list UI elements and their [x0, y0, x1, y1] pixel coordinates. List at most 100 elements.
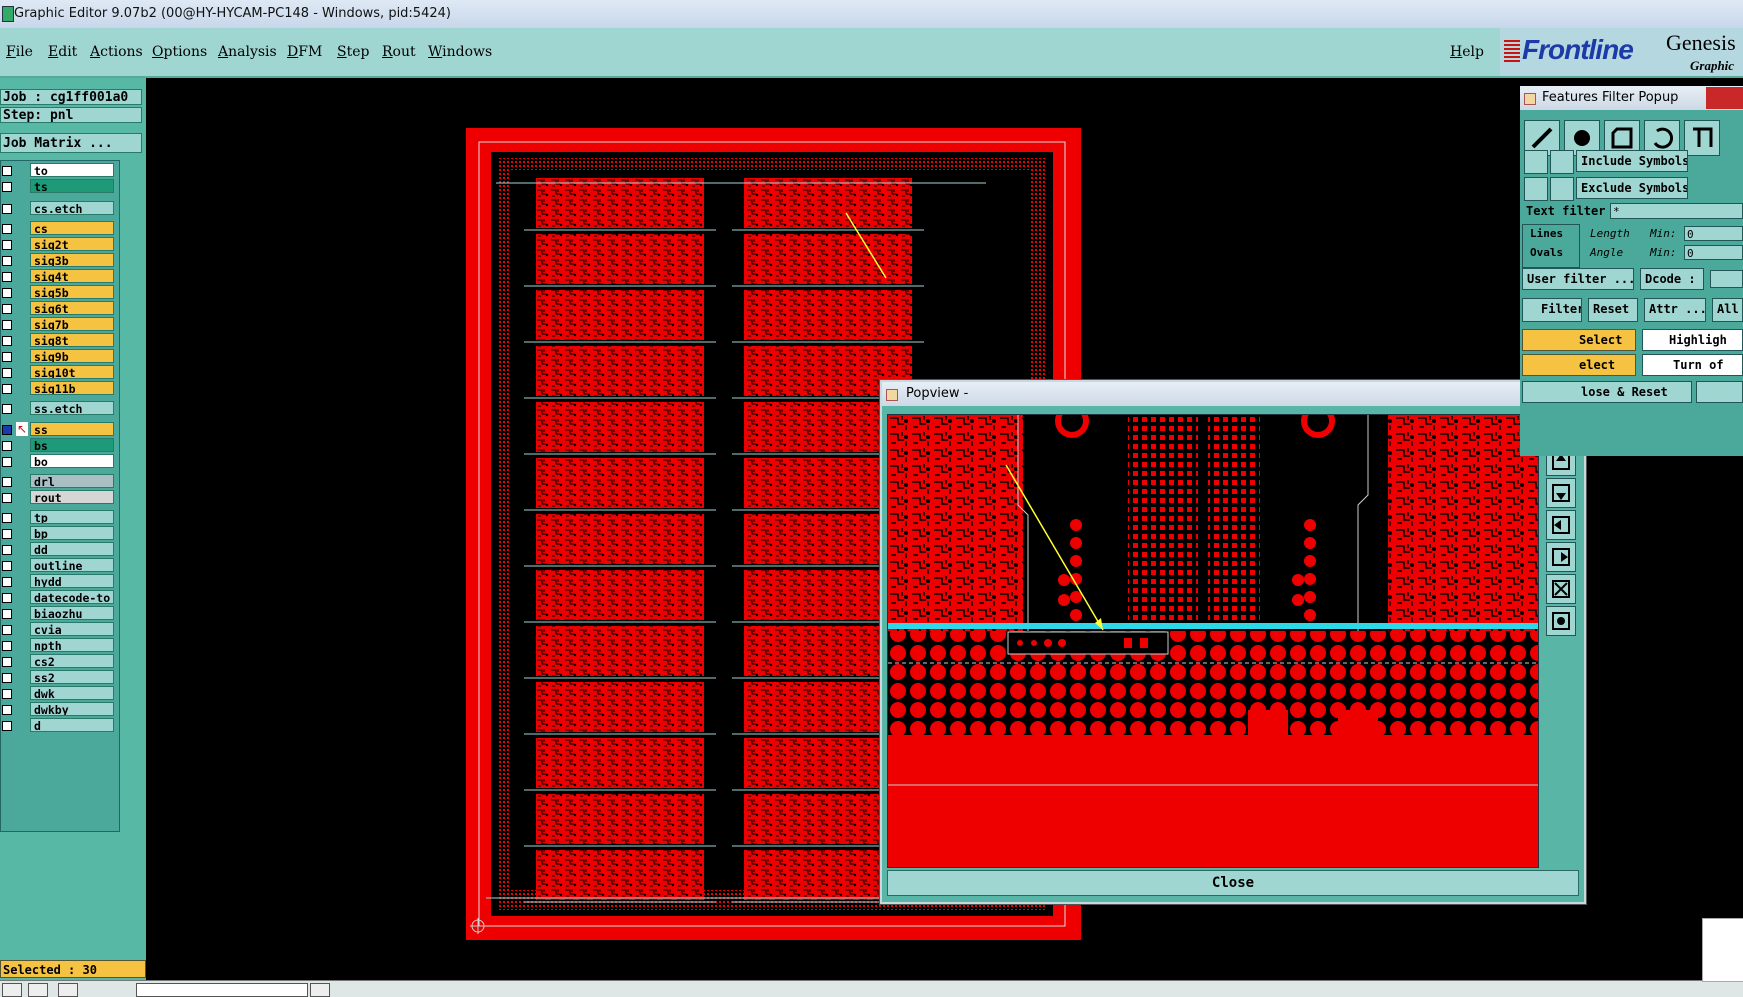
layer-name[interactable]: cs: [30, 221, 114, 235]
layer-row[interactable]: ss ↖: [0, 422, 116, 437]
layer-row[interactable]: cs2: [0, 654, 116, 669]
layer-row[interactable]: sig11b: [0, 381, 116, 396]
layer-checkbox[interactable]: [2, 384, 12, 394]
angle-min-input[interactable]: 0: [1684, 245, 1743, 260]
layer-name[interactable]: cvia: [30, 622, 114, 636]
layer-row[interactable]: dwkby: [0, 702, 116, 717]
dcode-input[interactable]: [1710, 270, 1743, 288]
layer-row[interactable]: cs: [0, 221, 116, 236]
layer-checkbox[interactable]: [2, 441, 12, 451]
layer-name[interactable]: sig11b: [30, 381, 114, 395]
layer-row[interactable]: dd: [0, 542, 116, 557]
layer-name[interactable]: sig10t: [30, 365, 114, 379]
features-extra-button[interactable]: [1696, 381, 1743, 403]
layer-row[interactable]: outline: [0, 558, 116, 573]
layer-checkbox[interactable]: [2, 304, 12, 314]
layer-row[interactable]: sig4t: [0, 269, 116, 284]
layer-checkbox[interactable]: [2, 320, 12, 330]
user-filter-button[interactable]: User filter ...: [1522, 268, 1634, 290]
layer-row[interactable]: sig7b: [0, 317, 116, 332]
menu-edit[interactable]: Edit: [48, 44, 77, 60]
layer-row[interactable]: hydd: [0, 574, 116, 589]
job-matrix-button[interactable]: Job Matrix ...: [0, 133, 142, 153]
layer-name[interactable]: bo: [30, 454, 114, 468]
layer-name[interactable]: cs2: [30, 654, 114, 668]
layer-checkbox[interactable]: [2, 457, 12, 467]
layer-checkbox[interactable]: [2, 368, 12, 378]
layer-checkbox[interactable]: [2, 529, 12, 539]
layer-row[interactable]: sig8t: [0, 333, 116, 348]
layer-checkbox[interactable]: [2, 705, 12, 715]
exclude-edit-icon[interactable]: [1550, 177, 1574, 201]
layer-checkbox[interactable]: [2, 513, 12, 523]
layer-row[interactable]: sig2t: [0, 237, 116, 252]
layer-row[interactable]: rout: [0, 490, 116, 505]
layer-checkbox[interactable]: [2, 477, 12, 487]
layer-row[interactable]: sig6t: [0, 301, 116, 316]
notification-popup[interactable]: [1702, 918, 1743, 982]
layer-checkbox[interactable]: [2, 404, 12, 414]
menu-file[interactable]: File: [6, 44, 33, 60]
include-edit-icon[interactable]: [1550, 150, 1574, 174]
layer-checkbox[interactable]: [2, 561, 12, 571]
layer-checkbox[interactable]: [2, 182, 12, 192]
layer-row[interactable]: sig5b: [0, 285, 116, 300]
layer-name[interactable]: ts: [30, 179, 114, 193]
layer-checkbox[interactable]: [2, 166, 12, 176]
layer-row[interactable]: sig3b: [0, 253, 116, 268]
text-symbol-icon[interactable]: [1684, 120, 1720, 156]
menu-rout[interactable]: Rout: [382, 44, 416, 60]
layer-checkbox[interactable]: [2, 493, 12, 503]
layer-checkbox[interactable]: [2, 256, 12, 266]
all-button[interactable]: All: [1712, 298, 1743, 322]
layer-checkbox[interactable]: [2, 673, 12, 683]
filter-toggle[interactable]: Filter: [1522, 298, 1582, 322]
menu-options[interactable]: Options: [152, 44, 207, 60]
reset-button[interactable]: Reset: [1588, 298, 1638, 322]
pan-right-tool-button[interactable]: [1546, 542, 1576, 572]
layer-row[interactable]: ss.etch: [0, 401, 116, 416]
layer-row[interactable]: drl: [0, 474, 116, 489]
layer-name[interactable]: outline: [30, 558, 114, 572]
include-symbols-button[interactable]: Include Symbols :: [1576, 150, 1688, 172]
layer-checkbox[interactable]: [2, 352, 12, 362]
layer-checkbox[interactable]: [2, 240, 12, 250]
layer-row[interactable]: ts: [0, 179, 116, 194]
layer-row[interactable]: sig9b: [0, 349, 116, 364]
layer-checkbox[interactable]: [2, 593, 12, 603]
layer-name[interactable]: d: [30, 718, 114, 732]
layer-name[interactable]: biaozhu: [30, 606, 114, 620]
zoom-in-tool-button[interactable]: [1546, 574, 1576, 604]
popview-close-button[interactable]: Close: [887, 870, 1579, 896]
layer-name[interactable]: npth: [30, 638, 114, 652]
layer-checkbox[interactable]: [2, 204, 12, 214]
select-button[interactable]: Select: [1522, 329, 1636, 351]
length-min-input[interactable]: 0: [1684, 226, 1743, 241]
layer-name[interactable]: bs: [30, 438, 114, 452]
layer-name[interactable]: drl: [30, 474, 114, 488]
layer-row[interactable]: biaozhu: [0, 606, 116, 621]
layer-name[interactable]: sig9b: [30, 349, 114, 363]
layer-checkbox[interactable]: [2, 425, 12, 435]
layer-checkbox[interactable]: [2, 721, 12, 731]
layer-checkbox[interactable]: [2, 545, 12, 555]
text-filter-input[interactable]: *: [1610, 203, 1743, 219]
layer-checkbox[interactable]: [2, 336, 12, 346]
layer-name[interactable]: rout: [30, 490, 114, 504]
layer-row[interactable]: tp: [0, 510, 116, 525]
layer-name[interactable]: sig3b: [30, 253, 114, 267]
angle-checkbox[interactable]: Angle: [1590, 246, 1623, 259]
layer-name[interactable]: sig5b: [30, 285, 114, 299]
layer-row[interactable]: npth: [0, 638, 116, 653]
layer-name[interactable]: sig7b: [30, 317, 114, 331]
layer-name[interactable]: datecode-to: [30, 590, 114, 604]
layer-checkbox[interactable]: [2, 577, 12, 587]
zoom-out-tool-button[interactable]: [1546, 606, 1576, 636]
layer-row[interactable]: cs.etch: [0, 201, 116, 216]
menu-dfm[interactable]: DFM: [287, 44, 322, 60]
layer-name[interactable]: tp: [30, 510, 114, 524]
layer-name[interactable]: sig4t: [30, 269, 114, 283]
layer-row[interactable]: to: [0, 163, 116, 178]
popview-canvas[interactable]: [887, 414, 1539, 868]
pan-left-tool-button[interactable]: [1546, 510, 1576, 540]
